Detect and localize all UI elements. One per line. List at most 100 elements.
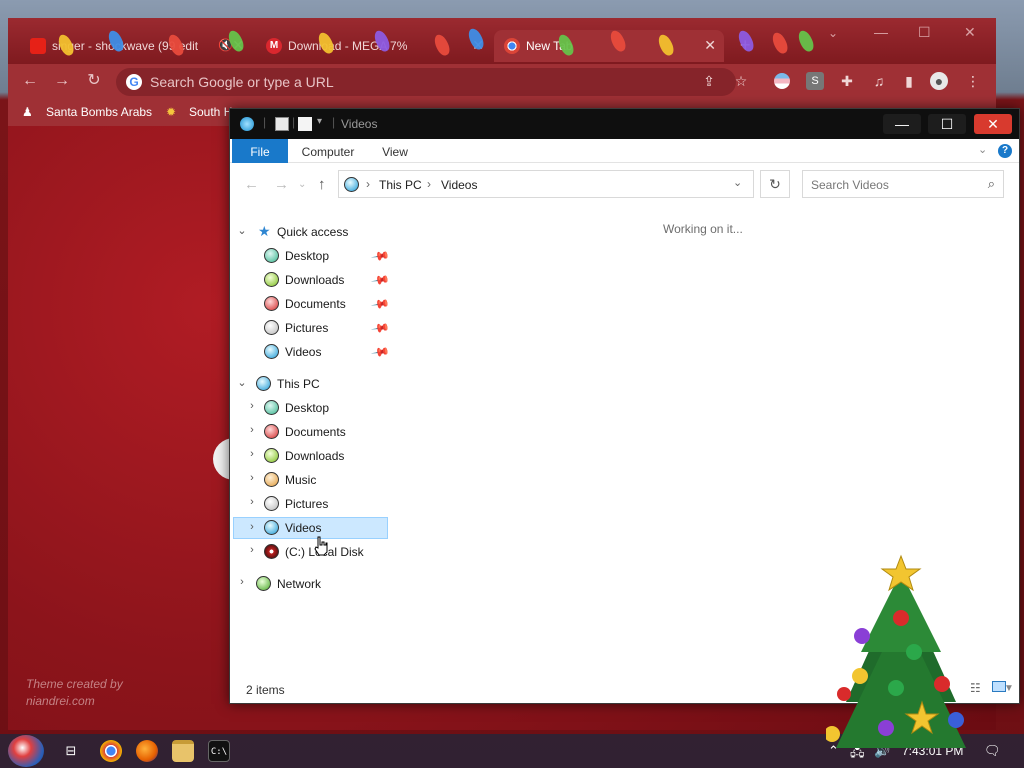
nav-pc-downloads[interactable]: › Downloads [246, 445, 386, 467]
nav-qa-pictures[interactable]: Pictures 📌 [256, 317, 391, 339]
documents-icon [264, 296, 279, 311]
tab-youtube[interactable]: singer - shockwave (99 edit 🔇 ✕ [20, 30, 252, 62]
tab-label: New Tab [526, 39, 573, 53]
nav-network[interactable]: › Network [236, 573, 396, 595]
help-icon[interactable]: ? [998, 144, 1012, 158]
tab-close-icon[interactable]: ✕ [704, 37, 716, 54]
theme-credit-line: Theme created by [26, 677, 123, 691]
profile-avatar-icon[interactable]: ● [930, 72, 948, 90]
share-icon[interactable]: ⇪ [700, 72, 718, 90]
media-controls-icon[interactable]: ♫ [870, 72, 888, 90]
ribbon-tab-file[interactable]: File [232, 139, 288, 163]
tab-strip: singer - shockwave (99 edit 🔇 ✕ M Downlo… [8, 18, 996, 64]
breadcrumb-videos[interactable]: Videos [441, 178, 477, 192]
tab-label: Download - MEGA 7% [288, 39, 408, 53]
desktop-icon [264, 248, 279, 263]
nav-qa-desktop[interactable]: Desktop 📌 [256, 245, 391, 267]
search-icon: ⌕ [987, 176, 995, 191]
nav-qa-documents[interactable]: Documents 📌 [256, 293, 391, 315]
bookmark-santa-icon: ♟ [22, 105, 33, 119]
expand-chevron-icon[interactable]: › [246, 424, 258, 436]
recent-locations-chevron-icon[interactable]: ⌄ [298, 179, 306, 190]
side-panel-icon[interactable]: ▮ [900, 72, 918, 90]
scroll-down-arrow-icon[interactable]: ▼ [1004, 683, 1014, 694]
explorer-maximize-button[interactable]: ☐ [928, 114, 966, 134]
forward-arrow-icon[interactable]: → [274, 176, 289, 193]
new-tab-plus-icon[interactable]: + [740, 35, 751, 56]
nav-pc-music[interactable]: › Music [246, 469, 386, 491]
explorer-close-button[interactable]: ✕ [974, 114, 1012, 134]
back-arrow-icon[interactable]: ← [244, 176, 259, 193]
address-bar[interactable]: › This PC › Videos ⌄ [338, 170, 754, 198]
qat-dropdown-icon[interactable]: ▾ [317, 116, 322, 127]
explorer-title: Videos [341, 117, 378, 131]
maximize-icon[interactable]: ☐ [918, 24, 931, 41]
separator: | [332, 115, 336, 129]
expand-chevron-icon[interactable]: › [246, 448, 258, 460]
nav-pc-pictures[interactable]: › Pictures [246, 493, 386, 515]
expand-chevron-icon[interactable]: › [246, 544, 258, 556]
omnibox[interactable]: G Search Google or type a URL [116, 68, 736, 96]
extension-s-icon[interactable]: S [806, 72, 824, 90]
close-icon[interactable]: ✕ [964, 24, 976, 41]
nav-pc-desktop[interactable]: › Desktop [246, 397, 386, 419]
theme-credit-link[interactable]: niandrei.com [26, 693, 123, 710]
pin-icon: 📌 [370, 293, 391, 315]
tab-close-icon[interactable]: ✕ [232, 37, 244, 54]
chrome-icon[interactable] [100, 740, 122, 762]
forward-arrow-icon[interactable]: → [52, 71, 72, 91]
documents-icon [264, 424, 279, 439]
minimize-icon[interactable]: — [874, 24, 888, 40]
tab-mega[interactable]: M Download - MEGA 7% ✕ [256, 30, 492, 62]
refresh-icon[interactable]: ↻ [760, 170, 790, 198]
expand-chevron-icon[interactable]: › [246, 521, 258, 533]
firefox-icon[interactable] [136, 740, 158, 762]
expand-chevron-icon[interactable]: › [236, 576, 248, 588]
expand-chevron-icon[interactable]: › [246, 496, 258, 508]
file-explorer-icon[interactable] [172, 740, 194, 762]
new-folder-icon[interactable] [298, 117, 312, 131]
videos-folder-icon [344, 177, 359, 192]
collapse-chevron-icon[interactable]: ⌄ [236, 224, 248, 237]
bookmark-item[interactable]: Santa Bombs Arabs [46, 105, 152, 119]
properties-icon[interactable] [275, 117, 289, 131]
tab-label: singer - shockwave (99 edit [52, 39, 199, 53]
menu-kebab-icon[interactable]: ⋮ [964, 72, 982, 90]
expand-chevron-icon[interactable]: › [246, 400, 258, 412]
up-arrow-icon[interactable]: ↑ [318, 176, 326, 193]
explorer-minimize-button[interactable]: — [883, 114, 921, 134]
videos-icon [264, 344, 279, 359]
notifications-icon[interactable]: 🗨 [984, 743, 1001, 759]
extension-flag-icon[interactable] [774, 73, 790, 89]
youtube-icon [30, 38, 46, 54]
tab-close-icon[interactable]: ✕ [472, 37, 484, 54]
tab-new-tab[interactable]: New Tab ✕ [494, 30, 724, 62]
extensions-puzzle-icon[interactable]: ✚ [838, 72, 856, 90]
reload-icon[interactable]: ↻ [84, 71, 104, 91]
tab-search-chevron-icon[interactable]: ⌄ [828, 26, 838, 40]
nav-qa-videos[interactable]: Videos 📌 [256, 341, 391, 363]
back-arrow-icon[interactable]: ← [20, 71, 40, 91]
bookmark-star-icon: ✹ [166, 105, 177, 119]
nav-qa-downloads[interactable]: Downloads 📌 [256, 269, 391, 291]
ribbon-tab-view[interactable]: View [372, 139, 418, 163]
collapse-chevron-icon[interactable]: ⌄ [236, 376, 248, 389]
search-input[interactable]: Search Videos ⌕ [802, 170, 1004, 198]
explorer-title-bar[interactable]: | | ▾ | Videos — ☐ ✕ [230, 109, 1019, 139]
nav-label: Documents [285, 425, 346, 439]
task-view-icon[interactable]: ⊟ [60, 740, 82, 762]
nav-this-pc[interactable]: ⌄ This PC [236, 373, 396, 395]
address-dropdown-chevron-icon[interactable]: ⌄ [733, 176, 742, 189]
ribbon-tab-computer[interactable]: Computer [296, 139, 360, 163]
ribbon-expand-chevron-icon[interactable]: ⌄ [978, 143, 987, 156]
expand-chevron-icon[interactable]: › [246, 472, 258, 484]
bookmark-star-icon[interactable]: ☆ [732, 72, 750, 90]
breadcrumb-this-pc[interactable]: This PC [379, 178, 422, 192]
nav-pc-documents[interactable]: › Documents [246, 421, 386, 443]
nav-pc-videos[interactable]: › Videos [233, 517, 388, 539]
start-button-icon[interactable] [8, 735, 44, 767]
speaker-muted-icon[interactable]: 🔇 [218, 38, 233, 52]
nav-quick-access[interactable]: ⌄ ★ Quick access [236, 221, 396, 243]
bookmark-item[interactable]: South H [189, 105, 232, 119]
cmd-icon[interactable]: C:\ [208, 740, 230, 762]
